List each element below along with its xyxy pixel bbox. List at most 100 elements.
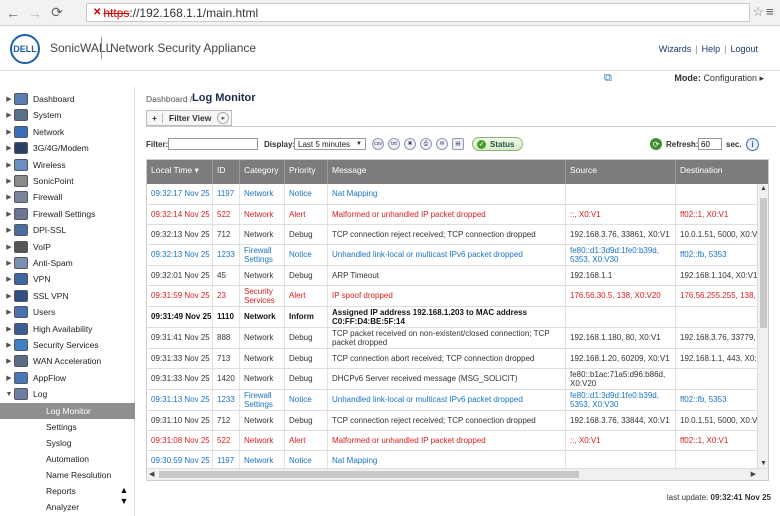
sidebar-item-log[interactable]: ▼ Log bbox=[0, 386, 135, 402]
back-icon[interactable]: ← bbox=[4, 4, 22, 22]
sidebar-item-wan-acceleration[interactable]: ▶ WAN Acceleration bbox=[0, 353, 135, 369]
sidebar-item-wireless[interactable]: ▶ Wireless bbox=[0, 157, 135, 173]
chevron-right-icon[interactable]: ▶ bbox=[4, 341, 14, 349]
sidebar-subitem-log-monitor[interactable]: Log Monitor bbox=[0, 402, 135, 419]
sidebar-subitem-automation[interactable]: Automation bbox=[0, 451, 135, 467]
forward-icon[interactable]: → bbox=[26, 4, 44, 22]
chevron-right-icon[interactable]: ▶ bbox=[4, 243, 14, 251]
chevron-right-icon[interactable]: ▶ bbox=[4, 374, 14, 382]
refresh-icon[interactable]: ⟳ bbox=[650, 138, 662, 150]
logout-link[interactable]: Logout bbox=[730, 44, 758, 54]
chevron-right-icon[interactable]: ▶ bbox=[4, 292, 14, 300]
scroll-right-icon[interactable]: ▶ bbox=[751, 470, 756, 478]
filter-view-tab[interactable]: + Filter View ▸ bbox=[146, 110, 233, 126]
scroll-up-icon[interactable]: ▲ bbox=[760, 185, 767, 192]
chevron-down-icon[interactable]: ▼ bbox=[4, 391, 14, 398]
sidebar-item-high-availability[interactable]: ▶ High Availability bbox=[0, 321, 135, 337]
column-header-priority[interactable]: Priority bbox=[285, 160, 328, 184]
column-header-message[interactable]: Message bbox=[328, 160, 566, 184]
chevron-right-icon[interactable]: ▶ bbox=[4, 226, 14, 234]
sidebar-item-appflow[interactable]: ▶ AppFlow bbox=[0, 370, 135, 386]
chevron-right-icon[interactable]: ▶ bbox=[4, 177, 14, 185]
sidebar-item-system[interactable]: ▶ System bbox=[0, 107, 135, 123]
chevron-right-icon[interactable]: ▶ bbox=[4, 210, 14, 218]
print-icon[interactable]: ⎙ bbox=[420, 138, 432, 150]
sidebar-subitem-analyzer[interactable]: Analyzer bbox=[0, 499, 135, 515]
export-txt-icon[interactable]: txt bbox=[388, 138, 400, 150]
expand-arrow-icon[interactable]: ▸ bbox=[217, 112, 230, 124]
chevron-right-icon[interactable]: ▶ bbox=[4, 193, 14, 201]
table-row[interactable]: 09:32:01 Nov 25 45 Network Debug ARP Timeout… bbox=[147, 266, 768, 286]
table-row[interactable]: 09:31:41 Nov 25 888 Network Debug TCP packet… bbox=[147, 328, 768, 349]
table-row[interactable]: 09:31:08 Nov 25 522 Network Alert Malformed … bbox=[147, 431, 768, 451]
refresh-interval-input[interactable] bbox=[698, 138, 722, 150]
wizards-link[interactable]: Wizards bbox=[659, 44, 692, 54]
column-header-id[interactable]: ID bbox=[213, 160, 240, 184]
filter-input[interactable] bbox=[168, 138, 258, 150]
sidebar-item-3g-4g-modem[interactable]: ▶ 3G/4G/Modem bbox=[0, 140, 135, 156]
chevron-right-icon[interactable]: ▶ bbox=[4, 259, 14, 267]
browser-menu-icon[interactable]: ≡ bbox=[766, 4, 780, 20]
sidebar-item-security-services[interactable]: ▶ Security Services bbox=[0, 337, 135, 353]
table-row[interactable]: 09:31:59 Nov 25 23 Security Services Alert I… bbox=[147, 286, 768, 307]
chevron-right-icon[interactable]: ▶ bbox=[4, 161, 14, 169]
chevron-right-icon[interactable]: ▶ bbox=[4, 111, 14, 119]
info-icon[interactable]: i bbox=[746, 138, 759, 151]
sidebar-item-voip[interactable]: ▶ VoIP bbox=[0, 239, 135, 255]
scroll-down-icon[interactable]: ▼ bbox=[118, 496, 130, 506]
column-header-local-time[interactable]: Local Time ▾ bbox=[147, 160, 213, 184]
scroll-up-icon[interactable]: ▲ bbox=[118, 485, 130, 495]
add-filter-icon[interactable]: + bbox=[147, 113, 163, 123]
sidebar-item-firewall[interactable]: ▶ Firewall bbox=[0, 189, 135, 205]
chevron-right-icon[interactable]: ▶ bbox=[4, 128, 14, 136]
sort-desc-icon[interactable]: ▾ bbox=[192, 165, 198, 175]
chevron-right-icon[interactable]: ▶ bbox=[4, 144, 14, 152]
breadcrumb[interactable]: Dashboard / bbox=[146, 94, 192, 104]
chevron-right-icon[interactable]: ▶ bbox=[4, 308, 14, 316]
display-select[interactable]: Last 5 minutes ▼ bbox=[294, 138, 366, 150]
sidebar-item-network[interactable]: ▶ Network bbox=[0, 124, 135, 140]
chevron-right-icon[interactable]: ▶ bbox=[4, 325, 14, 333]
table-row[interactable]: 09:31:33 Nov 25 713 Network Debug TCP connec… bbox=[147, 349, 768, 369]
address-bar[interactable]: ✕ https ://192.168.1.1/main.html bbox=[86, 3, 750, 22]
table-row[interactable]: 09:31:33 Nov 25 1420 Network Debug DHCPv6 Se… bbox=[147, 369, 768, 390]
chevron-right-icon[interactable]: ▶ bbox=[4, 275, 14, 283]
reload-icon[interactable]: ⟳ bbox=[48, 4, 66, 22]
table-row[interactable]: 09:32:13 Nov 25 712 Network Debug TCP connec… bbox=[147, 225, 768, 245]
popout-icon[interactable]: ⧉ bbox=[604, 72, 612, 85]
tools-icon[interactable]: ✖ bbox=[404, 138, 416, 150]
status-button[interactable]: ✓ Status bbox=[472, 137, 524, 151]
sidebar-item-ssl-vpn[interactable]: ▶ SSL VPN bbox=[0, 288, 135, 304]
table-row[interactable]: 09:31:10 Nov 25 712 Network Debug TCP connec… bbox=[147, 411, 768, 431]
vertical-scrollbar[interactable]: ▲ ▼ bbox=[757, 184, 768, 468]
table-row[interactable]: 09:32:13 Nov 25 1233 Firewall Settings Noti… bbox=[147, 245, 768, 266]
table-row[interactable]: 09:32:17 Nov 25 1197 Network Notice Nat Mapp… bbox=[147, 184, 768, 205]
sidebar-item-dashboard[interactable]: ▶ Dashboard bbox=[0, 91, 135, 107]
columns-icon[interactable]: ▤ bbox=[452, 138, 464, 150]
chevron-right-icon[interactable]: ▶ bbox=[4, 95, 14, 103]
mode-selector[interactable]: Mode: Configuration ▸ bbox=[674, 73, 764, 84]
scroll-down-icon[interactable]: ▼ bbox=[760, 460, 767, 467]
chevron-right-icon[interactable]: ▶ bbox=[4, 357, 14, 365]
column-header-category[interactable]: Category bbox=[240, 160, 285, 184]
scroll-thumb[interactable] bbox=[760, 198, 767, 328]
bookmark-star-icon[interactable]: ☆ bbox=[752, 4, 764, 20]
horizontal-scrollbar[interactable]: ◀ ▶ bbox=[147, 468, 768, 480]
help-link[interactable]: Help bbox=[702, 44, 721, 54]
sidebar-subitem-syslog[interactable]: Syslog bbox=[0, 435, 135, 451]
sidebar-item-anti-spam[interactable]: ▶ Anti-Spam bbox=[0, 255, 135, 271]
sidebar-subitem-name-resolution[interactable]: Name Resolution bbox=[0, 467, 135, 483]
table-row[interactable]: 09:31:49 Nov 25 1110 Network Inform Assigned… bbox=[147, 307, 768, 328]
sidebar-item-vpn[interactable]: ▶ VPN bbox=[0, 271, 135, 287]
column-header-source[interactable]: Source bbox=[566, 160, 676, 184]
export-csv-icon[interactable]: csv bbox=[372, 138, 384, 150]
sidebar-item-sonicpoint[interactable]: ▶ SonicPoint bbox=[0, 173, 135, 189]
table-row[interactable]: 09:31:13 Nov 25 1233 Firewall Settings Noti… bbox=[147, 390, 768, 411]
table-row[interactable]: 09:32:14 Nov 25 522 Network Alert Malformed … bbox=[147, 205, 768, 225]
email-icon[interactable]: ✉ bbox=[436, 138, 448, 150]
sidebar-item-dpi-ssl[interactable]: ▶ DPI-SSL bbox=[0, 222, 135, 238]
scroll-thumb[interactable] bbox=[159, 471, 579, 478]
sidebar-subitem-reports[interactable]: Reports bbox=[0, 483, 135, 499]
column-header-destination[interactable]: Destination bbox=[676, 160, 768, 184]
sidebar-subitem-settings[interactable]: Settings bbox=[0, 419, 135, 435]
